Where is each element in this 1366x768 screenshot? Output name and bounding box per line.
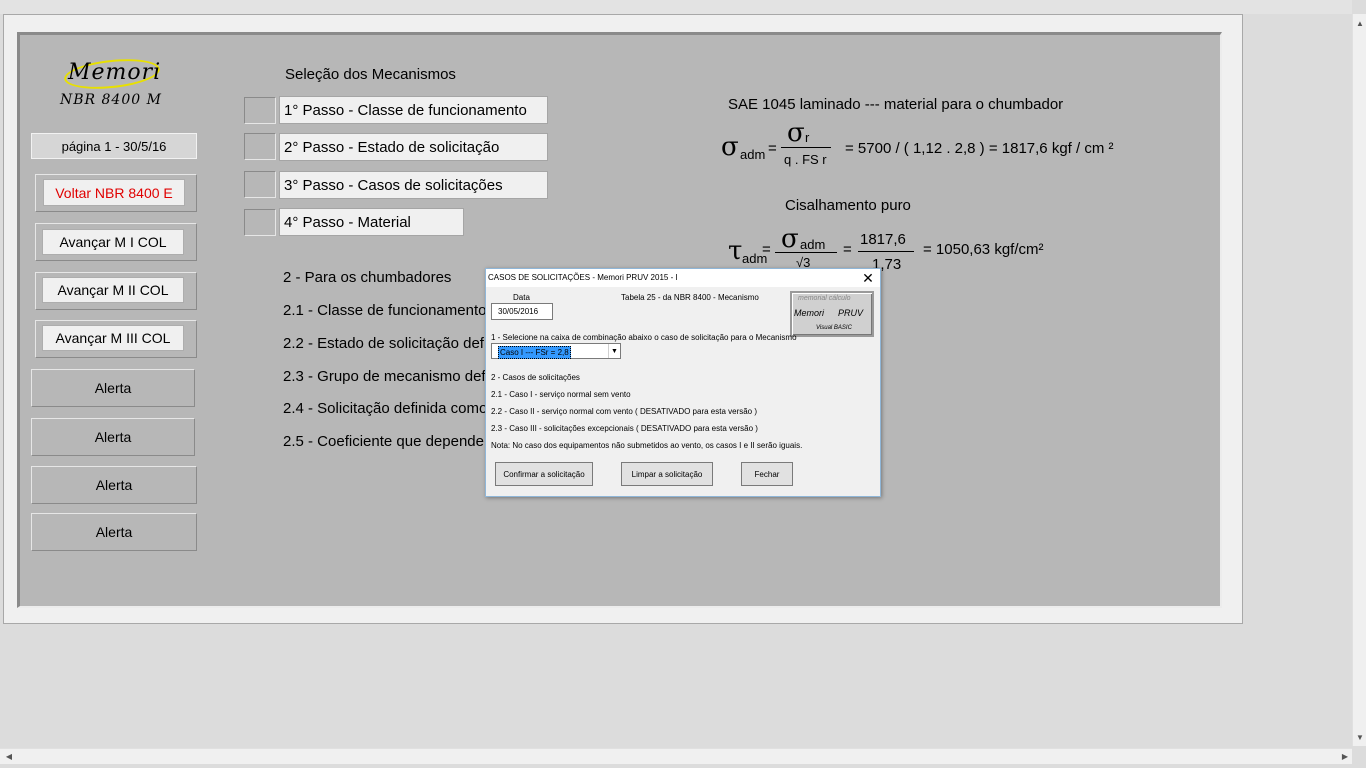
dialog-title: CASOS DE SOLICITAÇÕES - Memori PRUV 2015… [488,273,678,282]
alert-button-1[interactable]: Alerta [31,369,195,407]
dialog-titlebar: CASOS DE SOLICITAÇÕES - Memori PRUV 2015… [486,269,880,287]
date-input[interactable]: 30/05/2016 [491,303,553,320]
step-4-check[interactable] [244,209,276,236]
sigma-r-subscript: r [805,130,810,145]
vertical-scrollbar[interactable]: ▲ ▼ [1352,14,1366,746]
sigma-symbol: σ [721,132,739,162]
chevron-down-icon[interactable]: ▼ [608,344,620,358]
case-1-text: 2.1 - Caso I - serviço normal sem vento [491,390,631,399]
workspace-top [0,0,1352,14]
tau-result: = 1050,63 kgf/cm² [923,241,1044,258]
page-label: página 1 - 30/5/16 [31,133,197,159]
note-text: Nota: No caso dos equipamentos não subme… [491,441,803,450]
memori-logo: Memori NBR 8400 M [60,55,170,114]
logo-mid-left: Memori [794,308,825,318]
section-line-2: 2.1 - Classe de funcionamento [283,302,487,319]
step-2-check[interactable] [244,133,276,160]
section-line-4: 2.3 - Grupo de mecanismo definido [283,368,518,385]
logo-top-text: memorial cálculo [798,295,851,302]
eq-2: = [843,241,852,258]
selection-title: Seleção dos Mecanismos [285,66,456,83]
table-reference: Tabela 25 - da NBR 8400 - Mecanismo [621,293,759,302]
sigma-equals: = [768,140,777,157]
alert-button-2[interactable]: Alerta [31,418,195,456]
advance-m-ii-col-button[interactable]: Avançar M II COL [42,277,184,303]
tau-symbol: τ [728,236,743,266]
fraction-bar-3 [858,251,914,252]
fraction-bar-2 [775,252,837,253]
scroll-left-icon[interactable]: ◀ [2,749,16,763]
logo-title: Memori [68,60,162,85]
material-line: SAE 1045 laminado --- material para o ch… [728,96,1064,113]
clear-solicitation-button[interactable]: Limpar a solicitação [621,462,713,486]
step-3-button[interactable]: 3° Passo - Casos de solicitações [279,171,548,199]
instruction-text: 1 - Selecione na caixa de combinação aba… [491,333,797,342]
sigma-subscript: adm [740,147,766,162]
date-label: Data [513,293,530,302]
memori-pruv-logo: memorial cálculo Memori PRUV Visual BASI… [790,291,874,337]
section-line-3: 2.2 - Estado de solicitação definido [283,335,516,352]
step-3-check[interactable] [244,171,276,198]
combo-selected-value: Caso I --- FSr = 2,8 [498,346,571,359]
step-2-button[interactable]: 2° Passo - Estado de solicitação [279,133,548,161]
sigma-result: = 5700 / ( 1,12 . 2,8 ) = 1817,6 kgf / c… [845,140,1114,157]
sigma-adm-subscript: adm [800,237,826,252]
shear-title: Cisalhamento puro [785,197,911,214]
close-dialog-button[interactable]: Fechar [741,462,793,486]
back-nbr-8400-e-button[interactable]: Voltar NBR 8400 E [43,179,185,206]
advance-m-iii-col-button[interactable]: Avançar M III COL [42,325,184,351]
confirm-solicitation-button[interactable]: Confirmar a solicitação [495,462,593,486]
fraction-2-numerator: 1817,6 [860,231,906,248]
scroll-down-icon[interactable]: ▼ [1353,730,1366,744]
logo-mid-right: PRUV [838,308,864,318]
tau-equals: = [762,241,771,258]
denominator-1: q . FS r [784,152,827,167]
cases-title: 2 - Casos de solicitações [491,373,580,382]
horizontal-scrollbar[interactable]: ◀ ▶ [0,748,1352,764]
alert-button-3[interactable]: Alerta [31,466,197,504]
fraction-bar-1 [781,147,831,148]
scroll-up-icon[interactable]: ▲ [1353,16,1366,30]
case-3-text: 2.3 - Caso III - solicitações excepciona… [491,424,758,433]
section-line-1: 2 - Para os chumbadores [283,269,452,286]
logo-subtitle: NBR 8400 M [60,92,162,108]
step-1-button[interactable]: 1° Passo - Classe de funcionamento [279,96,548,124]
sigma-adm-symbol: σ [781,224,799,254]
sigma-r-symbol: σ [787,118,805,148]
section-line-6: 2.5 - Coeficiente que depende [283,433,484,450]
step-4-button[interactable]: 4° Passo - Material [279,208,464,236]
advance-m-i-col-button[interactable]: Avançar M I COL [42,229,184,255]
scroll-right-icon[interactable]: ▶ [1338,749,1352,763]
solicitation-combo[interactable]: Caso I --- FSr = 2,8 ▼ [491,343,621,359]
logo-bottom-text: Visual BASIC [816,325,852,331]
alert-button-4[interactable]: Alerta [31,513,197,551]
section-line-5: 2.4 - Solicitação definida como [283,400,488,417]
close-icon[interactable]: ✕ [860,270,876,286]
step-1-check[interactable] [244,97,276,124]
case-2-text: 2.2 - Caso II - serviço normal com vento… [491,407,758,416]
